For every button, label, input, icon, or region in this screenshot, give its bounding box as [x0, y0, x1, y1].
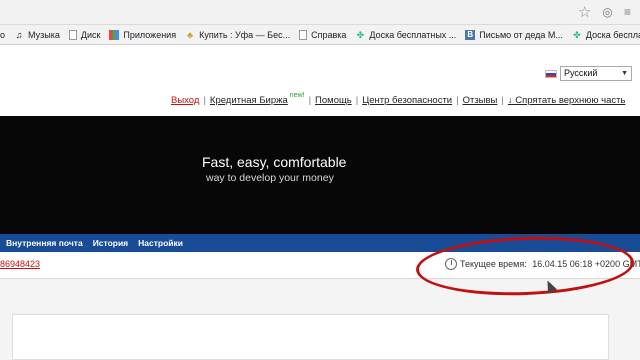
- divider: |: [308, 95, 312, 106]
- content-panel: [12, 314, 609, 360]
- puzzle-icon: ✤: [573, 29, 581, 40]
- language-dropdown[interactable]: Русский ▼: [560, 66, 632, 81]
- bookmark-item[interactable]: о: [0, 30, 5, 40]
- credit-exchange-link[interactable]: Кредитная Биржа: [210, 95, 288, 106]
- document-icon: [299, 29, 308, 40]
- bookmark-item[interactable]: B Письмо от деда М...: [465, 29, 563, 40]
- nav-internal-mail[interactable]: Внутренняя почта: [6, 238, 83, 248]
- new-badge: new!: [289, 92, 305, 99]
- bookmark-star-icon[interactable]: ☆: [578, 5, 591, 20]
- bookmark-label: Приложения: [123, 29, 177, 40]
- language-selector[interactable]: Русский ▼: [545, 66, 632, 81]
- bookmark-label: Доска бесплатных ...: [369, 29, 457, 40]
- extension-icon[interactable]: ◎: [600, 5, 615, 20]
- help-link[interactable]: Помощь: [315, 95, 352, 106]
- divider: |: [501, 95, 504, 106]
- logout-link[interactable]: Выход: [171, 95, 199, 106]
- divider: |: [456, 95, 459, 106]
- menu-icon[interactable]: ≡: [620, 5, 635, 20]
- bookmark-item[interactable]: Приложения: [109, 29, 177, 40]
- apps-icon: [109, 29, 120, 40]
- bookmark-label: Диск: [80, 29, 101, 40]
- bookmark-label: Доска бесплатных ...: [585, 29, 640, 40]
- divider: |: [203, 95, 206, 106]
- hide-header-link[interactable]: ↓ Спрятать верхнюю часть: [508, 95, 626, 106]
- nav-history[interactable]: История: [93, 238, 128, 248]
- vk-icon: B: [465, 29, 476, 40]
- nav-settings[interactable]: Настройки: [138, 238, 183, 248]
- bookmark-label: Справка: [311, 29, 347, 40]
- account-number-link[interactable]: 86948423: [0, 259, 40, 269]
- bookmark-item[interactable]: ✤ Доска бесплатных ...: [355, 29, 457, 40]
- top-links: Выход | Кредитная Биржа new! | Помощь | Центр б…: [171, 92, 626, 106]
- reviews-link[interactable]: Отзывы: [463, 95, 498, 106]
- browser-toolbar: ☆ ◎ ≡: [0, 0, 640, 25]
- bookmark-label: Письмо от деда М...: [479, 29, 563, 40]
- banner-title: Fast, easy, comfortable: [202, 154, 347, 170]
- banner-subtitle: way to develop your money: [206, 172, 334, 184]
- document-icon: [68, 29, 77, 40]
- bookmark-item[interactable]: ✤ Доска бесплатных ...: [572, 30, 640, 40]
- russian-flag-icon: [545, 69, 557, 78]
- security-center-link[interactable]: Центр безопасности: [362, 95, 452, 106]
- browser-window: { "browser": { "bookmarks": [ {"label": …: [0, 0, 640, 360]
- music-icon: ♫: [15, 29, 23, 40]
- bookmark-item[interactable]: Диск: [68, 29, 101, 40]
- divider: |: [355, 95, 359, 106]
- bookmark-item[interactable]: Справка: [299, 29, 347, 40]
- bookmark-label: Купить : Уфа — Бес...: [199, 29, 291, 40]
- bookmark-label: Музыка: [28, 29, 60, 40]
- bookmark-item[interactable]: ♫ Музыка: [14, 30, 60, 40]
- chevron-down-icon: ▼: [621, 70, 628, 77]
- language-value: Русский: [564, 68, 598, 78]
- leaf-icon: ♣: [187, 29, 194, 40]
- puzzle-icon: ✤: [356, 29, 365, 40]
- bookmarks-bar: о ♫ Музыка Диск Приложения ♣ Купить : Уф…: [0, 25, 640, 45]
- bookmark-label: о: [0, 29, 6, 40]
- bookmark-item[interactable]: ♣ Купить : Уфа — Бес...: [185, 30, 290, 40]
